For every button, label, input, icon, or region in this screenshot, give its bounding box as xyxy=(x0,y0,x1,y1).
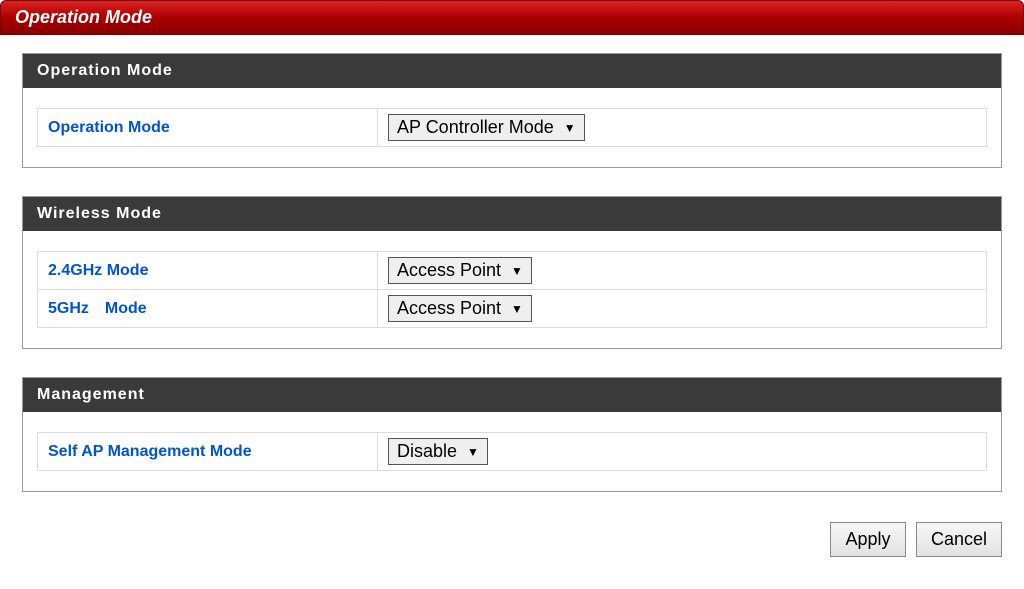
self-ap-row: Self AP Management Mode Disable ▼ xyxy=(38,433,987,471)
chevron-down-icon: ▼ xyxy=(511,302,523,316)
operation-mode-value-cell: AP Controller Mode ▼ xyxy=(378,109,987,147)
page-title-text: Operation Mode xyxy=(15,7,152,27)
mode-5ghz-select-value: Access Point xyxy=(397,298,511,319)
management-panel: Management Self AP Management Mode Disab… xyxy=(22,377,1002,492)
wireless-mode-panel-body: 2.4GHz Mode Access Point ▼ 5GHz Mode xyxy=(23,231,1001,348)
management-header-text: Management xyxy=(37,386,145,403)
self-ap-value-cell: Disable ▼ xyxy=(378,433,987,471)
page-title: Operation Mode xyxy=(0,0,1024,35)
self-ap-select[interactable]: Disable ▼ xyxy=(388,438,488,465)
self-ap-label-text: Self AP Management Mode xyxy=(48,443,252,460)
apply-button-label: Apply xyxy=(845,529,890,549)
mode-5ghz-value-cell: Access Point ▼ xyxy=(378,290,987,328)
self-ap-label: Self AP Management Mode xyxy=(38,433,378,471)
wireless-mode-header-text: Wireless Mode xyxy=(37,205,162,222)
operation-mode-panel-header: Operation Mode xyxy=(23,54,1001,88)
mode-24ghz-label: 2.4GHz Mode xyxy=(38,252,378,290)
wireless-mode-panel-header: Wireless Mode xyxy=(23,197,1001,231)
operation-mode-header-text: Operation Mode xyxy=(37,62,173,79)
button-row: Apply Cancel xyxy=(0,520,1024,577)
mode-5ghz-row: 5GHz Mode Access Point ▼ xyxy=(38,290,987,328)
mode-24ghz-value-cell: Access Point ▼ xyxy=(378,252,987,290)
chevron-down-icon: ▼ xyxy=(467,445,479,459)
operation-mode-row: Operation Mode AP Controller Mode ▼ xyxy=(38,109,987,147)
mode-5ghz-select[interactable]: Access Point ▼ xyxy=(388,295,532,322)
mode-24ghz-select-value: Access Point xyxy=(397,260,511,281)
management-table: Self AP Management Mode Disable ▼ xyxy=(37,432,987,471)
wireless-mode-table: 2.4GHz Mode Access Point ▼ 5GHz Mode xyxy=(37,251,987,328)
operation-mode-select-value: AP Controller Mode xyxy=(397,117,564,138)
operation-mode-panel-body: Operation Mode AP Controller Mode ▼ xyxy=(23,88,1001,167)
self-ap-select-value: Disable xyxy=(397,441,467,462)
wireless-mode-panel: Wireless Mode 2.4GHz Mode Access Point ▼ xyxy=(22,196,1002,349)
operation-mode-table: Operation Mode AP Controller Mode ▼ xyxy=(37,108,987,147)
management-panel-header: Management xyxy=(23,378,1001,412)
chevron-down-icon: ▼ xyxy=(511,264,523,278)
mode-5ghz-label: 5GHz Mode xyxy=(38,290,378,328)
operation-mode-select[interactable]: AP Controller Mode ▼ xyxy=(388,114,585,141)
operation-mode-label: Operation Mode xyxy=(38,109,378,147)
mode-24ghz-label-text: 2.4GHz Mode xyxy=(48,262,148,279)
cancel-button[interactable]: Cancel xyxy=(916,522,1002,557)
operation-mode-label-text: Operation Mode xyxy=(48,119,170,136)
chevron-down-icon: ▼ xyxy=(564,121,576,135)
cancel-button-label: Cancel xyxy=(931,529,987,549)
mode-24ghz-row: 2.4GHz Mode Access Point ▼ xyxy=(38,252,987,290)
mode-5ghz-label-text: 5GHz Mode xyxy=(48,300,147,317)
content-area: Operation Mode Operation Mode AP Control… xyxy=(0,53,1024,492)
management-panel-body: Self AP Management Mode Disable ▼ xyxy=(23,412,1001,491)
mode-24ghz-select[interactable]: Access Point ▼ xyxy=(388,257,532,284)
operation-mode-panel: Operation Mode Operation Mode AP Control… xyxy=(22,53,1002,168)
apply-button[interactable]: Apply xyxy=(830,522,905,557)
